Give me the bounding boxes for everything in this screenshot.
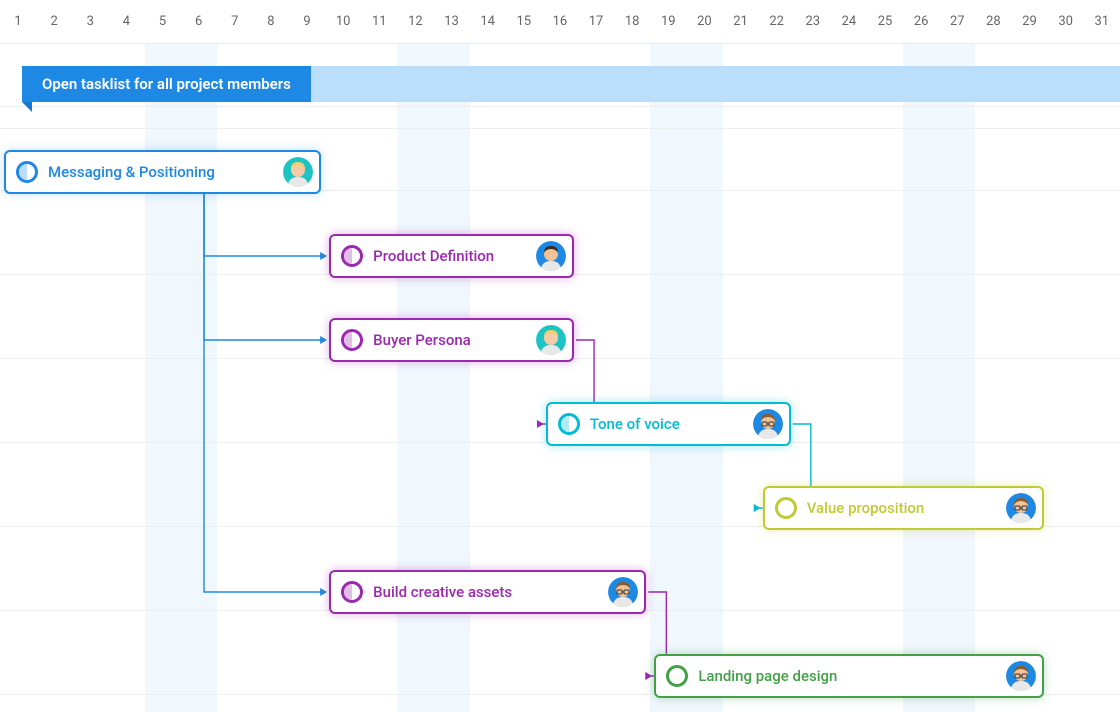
assignee-avatar[interactable] (536, 241, 566, 271)
weekend-shade (145, 44, 181, 712)
day-column-7: 7 (217, 14, 253, 29)
assignee-avatar[interactable] (1006, 493, 1036, 523)
task-tone[interactable]: Tone of voice (546, 402, 791, 446)
weekend-shade (903, 44, 939, 712)
assignee-avatar[interactable] (536, 325, 566, 355)
day-column-18: 18 (614, 14, 650, 29)
task-label: Tone of voice (590, 415, 680, 433)
day-column-1: 1 (0, 14, 36, 29)
assignee-avatar[interactable] (283, 157, 313, 187)
day-column-19: 19 (650, 14, 686, 29)
weekend-shade (181, 44, 217, 712)
task-label: Buyer Persona (373, 331, 471, 349)
day-column-6: 6 (181, 14, 217, 29)
day-column-3: 3 (72, 14, 108, 29)
day-column-23: 23 (795, 14, 831, 29)
progress-icon (775, 497, 797, 519)
progress-icon (341, 329, 363, 351)
task-product[interactable]: Product Definition (329, 234, 574, 278)
assignee-avatar[interactable] (1006, 661, 1036, 691)
assignee-avatar[interactable] (608, 577, 638, 607)
day-column-27: 27 (939, 14, 975, 29)
day-column-2: 2 (36, 14, 72, 29)
task-label: Landing page design (698, 667, 837, 685)
day-column-28: 28 (975, 14, 1011, 29)
task-assets[interactable]: Build creative assets (329, 570, 646, 614)
day-column-21: 21 (723, 14, 759, 29)
day-column-17: 17 (578, 14, 614, 29)
task-value[interactable]: Value proposition (763, 486, 1044, 530)
day-column-5: 5 (145, 14, 181, 29)
day-column-24: 24 (831, 14, 867, 29)
day-column-20: 20 (686, 14, 722, 29)
day-column-13: 13 (434, 14, 470, 29)
task-label: Build creative assets (373, 583, 512, 601)
dependency-connector (204, 194, 325, 256)
tasklist-header-label: Open tasklist for all project members (42, 75, 291, 93)
tasklist-header-title: Open tasklist for all project members (22, 66, 311, 102)
progress-icon (341, 245, 363, 267)
day-column-31: 31 (1084, 14, 1120, 29)
progress-icon (558, 413, 580, 435)
assignee-avatar[interactable] (753, 409, 783, 439)
day-column-4: 4 (108, 14, 144, 29)
weekend-shade (686, 44, 722, 712)
day-column-26: 26 (903, 14, 939, 29)
day-column-30: 30 (1048, 14, 1084, 29)
progress-icon (666, 665, 688, 687)
task-messaging[interactable]: Messaging & Positioning (4, 150, 321, 194)
day-column-29: 29 (1012, 14, 1048, 29)
dependency-connector (204, 194, 325, 592)
day-column-14: 14 (470, 14, 506, 29)
day-column-25: 25 (867, 14, 903, 29)
day-column-12: 12 (397, 14, 433, 29)
row-divider (0, 128, 1120, 129)
gantt-chart: 1234567891011121314151617181920212223242… (0, 0, 1120, 712)
day-column-15: 15 (506, 14, 542, 29)
day-column-11: 11 (361, 14, 397, 29)
row-divider (0, 106, 1120, 107)
dependency-connector (204, 194, 325, 340)
day-column-9: 9 (289, 14, 325, 29)
task-label: Value proposition (807, 499, 925, 517)
progress-icon (341, 581, 363, 603)
day-column-8: 8 (253, 14, 289, 29)
day-column-16: 16 (542, 14, 578, 29)
task-landing[interactable]: Landing page design (654, 654, 1043, 698)
task-label: Messaging & Positioning (48, 163, 215, 181)
weekend-shade (939, 44, 975, 712)
timeline-header: 1234567891011121314151617181920212223242… (0, 0, 1120, 44)
weekend-shade (650, 44, 686, 712)
tasklist-header-banner[interactable]: Open tasklist for all project members (22, 66, 1120, 102)
task-label: Product Definition (373, 247, 494, 265)
progress-icon (16, 161, 38, 183)
day-column-10: 10 (325, 14, 361, 29)
day-column-22: 22 (759, 14, 795, 29)
task-persona[interactable]: Buyer Persona (329, 318, 574, 362)
